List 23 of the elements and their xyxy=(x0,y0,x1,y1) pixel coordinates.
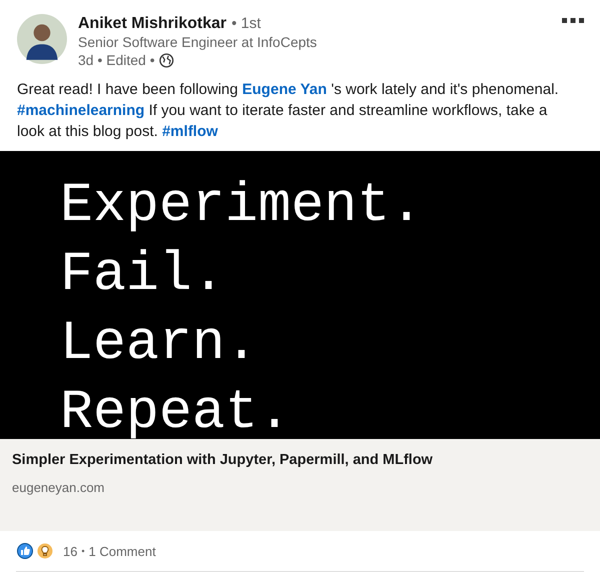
image-text: Learn. xyxy=(60,311,258,377)
post-link[interactable]: Eugene Yan xyxy=(242,81,327,98)
author-name[interactable]: Aniket Mishrikotkar xyxy=(78,15,226,33)
separator-dot: • xyxy=(81,546,85,556)
reaction-count[interactable]: 16 xyxy=(63,544,78,558)
avatar[interactable] xyxy=(17,14,67,64)
article-domain: eugeneyan.com xyxy=(12,480,105,495)
post-link[interactable]: #machinelearning xyxy=(17,102,145,119)
lightbulb-icon xyxy=(37,543,53,559)
globe-icon xyxy=(158,52,174,68)
image-text: Experiment. xyxy=(60,173,424,239)
more-icon[interactable] xyxy=(562,18,584,24)
post-text: Great read! I have been following Eugene Yan 's work lately and it's phenomenal. #machinelearning If you want to iterate faster and streamline workflows, take a look at this blog post. #mlflow xyxy=(17,80,560,142)
thumbs-up-icon xyxy=(17,543,33,559)
author-headline: Senior Software Engineer at InfoCepts xyxy=(78,33,318,51)
connection-degree: • 1st xyxy=(231,15,261,32)
article-image[interactable]: Experiment. Fail. Learn. Repeat. xyxy=(0,151,600,439)
post-link[interactable]: #mlflow xyxy=(162,123,218,140)
article-title: Simpler Experimentation with Jupyter, Papermill, and MLflow xyxy=(12,452,433,468)
post-meta: 3d • Edited • xyxy=(78,51,155,69)
link-card[interactable]: Simpler Experimentation with Jupyter, Papermill, and MLflow eugeneyan.com xyxy=(0,439,600,531)
comment-count[interactable]: 1 Comment xyxy=(88,544,156,558)
image-text: Fail. xyxy=(60,242,226,308)
